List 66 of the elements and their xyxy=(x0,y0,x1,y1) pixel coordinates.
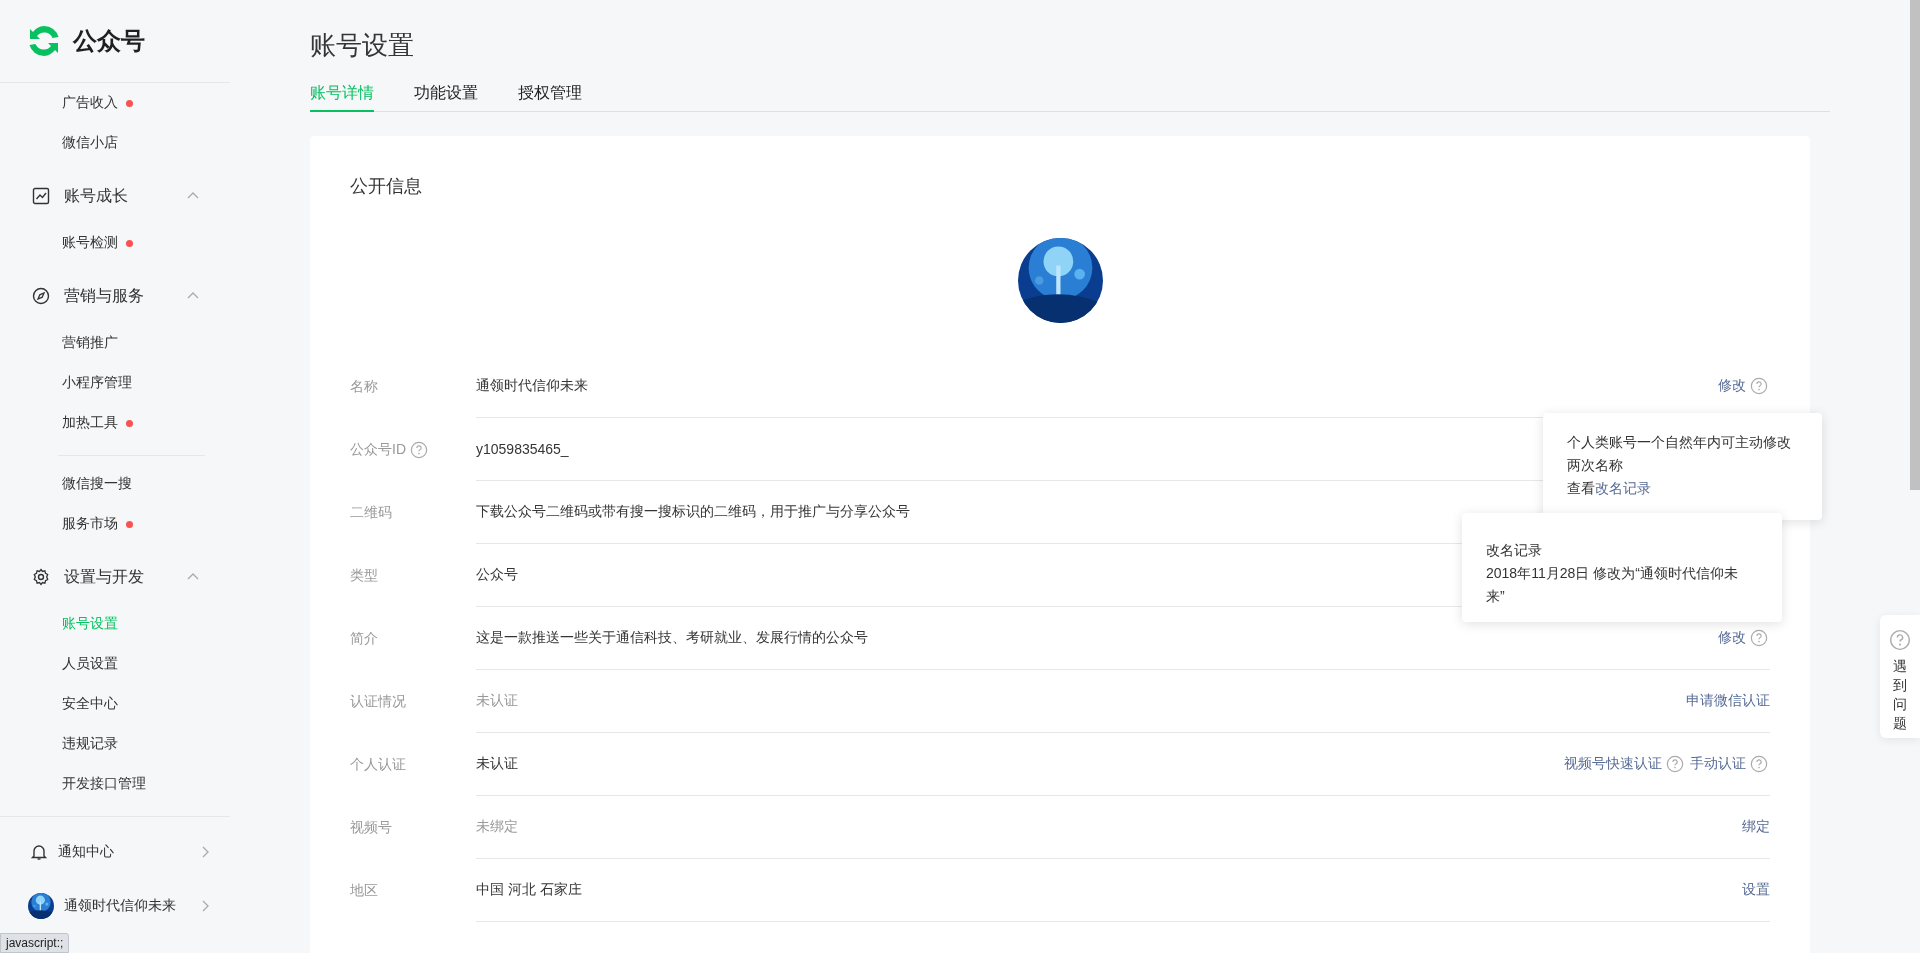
field-label: 认证情况 xyxy=(350,692,406,711)
tooltip-text: 2018年11月28日 修改为“通领时代信仰未来” xyxy=(1486,564,1739,606)
nav-group-label[interactable]: 营销与服务 xyxy=(64,285,172,307)
field-label: 视频号 xyxy=(350,818,392,837)
sidebar-item[interactable]: 违规记录 xyxy=(0,724,118,764)
help-icon[interactable] xyxy=(1666,755,1684,773)
sidebar-item[interactable]: 加热工具 xyxy=(0,403,133,443)
field-value: 未认证 xyxy=(476,692,518,710)
action-link[interactable]: 修改 xyxy=(1718,377,1746,395)
action-link[interactable]: 修改 xyxy=(1718,629,1746,647)
sidebar-item[interactable]: 微信搜一搜 xyxy=(0,464,132,504)
field-value: 这是一款推送一些关于通信科技、考研就业、发展行情的公众号 xyxy=(476,629,868,647)
help-icon[interactable] xyxy=(1750,377,1768,395)
page-title: 账号设置 xyxy=(310,29,415,62)
account-name[interactable]: 通领时代信仰未来 xyxy=(64,897,188,915)
field-value: 中国 河北 石家庄 xyxy=(476,881,582,899)
field-value: 未绑定 xyxy=(476,818,518,836)
notice-center-label[interactable]: 通知中心 xyxy=(58,843,188,861)
settings-icon xyxy=(32,568,50,586)
sidebar-item[interactable]: 广告收入 xyxy=(0,83,133,123)
tab[interactable]: 授权管理 xyxy=(518,83,582,112)
field-label: 类型 xyxy=(350,566,378,585)
status-bar: javascript:; xyxy=(0,933,70,953)
field-value: y1059835465_ xyxy=(476,441,569,457)
field-value: 下载公众号二维码或带有搜一搜标识的二维码，用于推广与分享公众号 xyxy=(476,503,910,521)
sidebar-item[interactable]: 微信小店 xyxy=(0,123,118,163)
bell-icon xyxy=(30,843,48,861)
scrollbar-thumb[interactable] xyxy=(1910,0,1920,490)
nav-group-label[interactable]: 设置与开发 xyxy=(64,566,172,588)
action-link[interactable]: 视频号快速认证 xyxy=(1564,755,1662,773)
field-label: 公众号ID xyxy=(350,440,406,459)
sidebar-item[interactable]: 开发接口管理 xyxy=(0,764,146,804)
trend-chart-icon xyxy=(32,187,50,205)
field-label: 个人认证 xyxy=(350,755,406,774)
sidebar-item[interactable]: 小程序管理 xyxy=(0,363,132,403)
tooltip-text: 个人类账号一个自然年内可主动修改两次名称 查看改名记录 xyxy=(1567,433,1792,498)
action-link[interactable]: 手动认证 xyxy=(1690,755,1746,773)
tooltip-title: 改名记录 xyxy=(1486,541,1543,560)
field-value: 公众号 xyxy=(476,566,518,584)
compass-icon xyxy=(32,287,50,305)
nav-group-label[interactable]: 账号成长 xyxy=(64,185,172,207)
rename-history-link[interactable]: 改名记录 xyxy=(1595,480,1651,496)
logo-text: 公众号 xyxy=(73,26,145,56)
action-link[interactable]: 设置 xyxy=(1742,881,1770,899)
help-icon[interactable] xyxy=(410,440,428,459)
field-label: 地区 xyxy=(350,881,378,900)
help-icon[interactable] xyxy=(1750,755,1768,773)
help-icon[interactable] xyxy=(1889,629,1911,651)
sidebar-item[interactable]: 账号检测 xyxy=(0,223,133,263)
logo-icon xyxy=(27,24,61,58)
action-link[interactable]: 绑定 xyxy=(1742,818,1770,836)
section-title: 公开信息 xyxy=(350,175,423,198)
help-icon[interactable] xyxy=(1750,629,1768,647)
tab[interactable]: 功能设置 xyxy=(414,83,478,112)
account-avatar xyxy=(28,893,54,919)
field-label: 简介 xyxy=(350,629,378,648)
sidebar-item[interactable]: 营销推广 xyxy=(0,323,118,363)
action-link[interactable]: 申请微信认证 xyxy=(1686,692,1770,710)
field-label: 二维码 xyxy=(350,503,392,522)
field-value: 通领时代信仰未来 xyxy=(476,377,588,395)
help-button[interactable]: 遇到问题 xyxy=(1880,615,1920,738)
sidebar-item[interactable]: 安全中心 xyxy=(0,684,118,724)
field-value: 未认证 xyxy=(476,755,518,773)
sidebar-item[interactable]: 人员设置 xyxy=(0,644,118,684)
sidebar-item[interactable]: 服务市场 xyxy=(0,504,133,544)
field-label: 名称 xyxy=(350,377,378,396)
